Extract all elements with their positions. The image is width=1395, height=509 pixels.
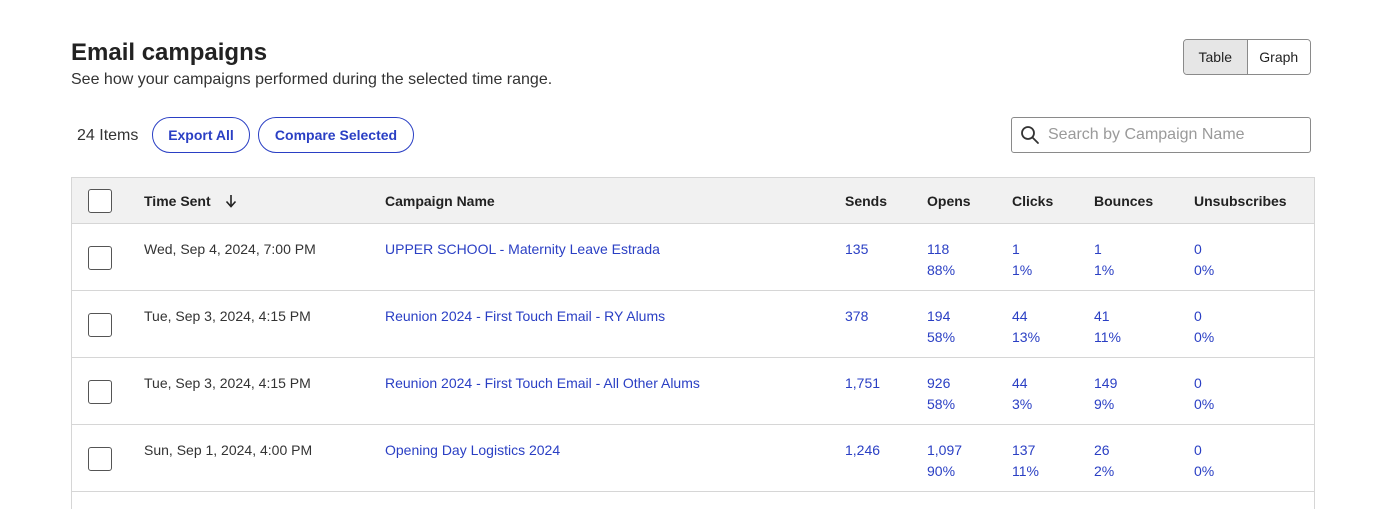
column-header-unsubscribes[interactable]: Unsubscribes — [1194, 193, 1287, 209]
table-row: Tue, Sep 3, 2024, 4:15 PM Reunion 2024 -… — [72, 291, 1314, 358]
unsubscribes-count-link[interactable]: 0 — [1194, 440, 1214, 461]
bounces-count-link[interactable]: 26 — [1094, 440, 1114, 461]
view-table-button[interactable]: Table — [1184, 40, 1247, 74]
clicks-cell: 1 1% — [1012, 239, 1032, 281]
column-header-clicks[interactable]: Clicks — [1012, 193, 1053, 209]
arrow-down-icon — [225, 194, 237, 211]
campaign-name-link[interactable]: Reunion 2024 - First Touch Email - All O… — [385, 373, 700, 394]
time-sent: Tue, Sep 3, 2024, 4:15 PM — [144, 308, 311, 324]
opens-percent-link[interactable]: 58% — [927, 394, 955, 415]
select-all-checkbox[interactable] — [88, 189, 112, 213]
sends-link[interactable]: 378 — [845, 306, 868, 327]
opens-cell: 1,097 90% — [927, 440, 962, 482]
column-header-campaign-name[interactable]: Campaign Name — [385, 193, 495, 209]
unsubscribes-cell: 0 0% — [1194, 373, 1214, 415]
sends-link[interactable]: 1,751 — [845, 373, 880, 394]
clicks-count-link[interactable]: 44 — [1012, 373, 1032, 394]
table-row: Sun, Sep 1, 2024, 4:00 PM Opening Day Lo… — [72, 425, 1314, 492]
clicks-percent-link[interactable]: 3% — [1012, 394, 1032, 415]
column-header-opens[interactable]: Opens — [927, 193, 971, 209]
time-sent: Wed, Sep 4, 2024, 7:00 PM — [144, 241, 316, 257]
opens-percent-link[interactable]: 90% — [927, 461, 962, 482]
bounces-percent-link[interactable]: 11% — [1094, 327, 1121, 348]
table-header: Time Sent Campaign Name Sends Opens Clic… — [72, 178, 1314, 224]
items-count: 24 Items — [77, 127, 139, 144]
bounces-cell: 41 11% — [1094, 306, 1121, 348]
clicks-cell: 44 13% — [1012, 306, 1040, 348]
opens-percent-link[interactable]: 88% — [927, 260, 955, 281]
table-row: Tue, Sep 3, 2024, 4:15 PM Reunion 2024 -… — [72, 358, 1314, 425]
opens-cell: 118 88% — [927, 239, 955, 281]
column-header-sends[interactable]: Sends — [845, 193, 887, 209]
email-campaigns-page: Email campaigns See how your campaigns p… — [0, 0, 1395, 509]
campaign-name-link[interactable]: Reunion 2024 - First Touch Email - RY Al… — [385, 306, 665, 327]
campaign-name-link[interactable]: UPPER SCHOOL - Maternity Leave Estrada — [385, 239, 660, 260]
opens-count-link[interactable]: 118 — [927, 239, 955, 260]
unsubscribes-cell: 0 0% — [1194, 239, 1214, 281]
time-sent: Sun, Sep 1, 2024, 4:00 PM — [144, 442, 313, 458]
unsubscribes-percent-link[interactable]: 0% — [1194, 394, 1214, 415]
search-input[interactable] — [1048, 119, 1310, 151]
bounces-cell: 1 1% — [1094, 239, 1114, 281]
clicks-cell: 44 3% — [1012, 373, 1032, 415]
opens-percent-link[interactable]: 58% — [927, 327, 955, 348]
opens-cell: 926 58% — [927, 373, 955, 415]
view-graph-button[interactable]: Graph — [1246, 40, 1310, 74]
clicks-cell: 137 11% — [1012, 440, 1039, 482]
bounces-count-link[interactable]: 41 — [1094, 306, 1121, 327]
view-toggle: Table Graph — [1183, 39, 1311, 75]
clicks-percent-link[interactable]: 13% — [1012, 327, 1040, 348]
row-checkbox[interactable] — [88, 313, 112, 337]
bounces-cell: 149 9% — [1094, 373, 1117, 415]
opens-count-link[interactable]: 1,097 — [927, 440, 962, 461]
column-header-time-sent[interactable]: Time Sent — [144, 193, 237, 211]
unsubscribes-count-link[interactable]: 0 — [1194, 373, 1214, 394]
column-header-bounces[interactable]: Bounces — [1094, 193, 1153, 209]
clicks-percent-link[interactable]: 11% — [1012, 461, 1039, 482]
bounces-percent-link[interactable]: 9% — [1094, 394, 1117, 415]
unsubscribes-percent-link[interactable]: 0% — [1194, 327, 1214, 348]
time-sent: Tue, Sep 3, 2024, 4:15 PM — [144, 375, 311, 391]
export-all-button[interactable]: Export All — [152, 117, 250, 153]
bounces-count-link[interactable]: 149 — [1094, 373, 1117, 394]
campaign-name-link[interactable]: Opening Day Logistics 2024 — [385, 440, 560, 461]
search-icon — [1012, 118, 1048, 152]
unsubscribes-percent-link[interactable]: 0% — [1194, 461, 1214, 482]
search-box — [1011, 117, 1311, 153]
page-subtitle: See how your campaigns performed during … — [71, 71, 553, 88]
bounces-count-link[interactable]: 1 — [1094, 239, 1114, 260]
sends-link[interactable]: 135 — [845, 239, 868, 260]
unsubscribes-count-link[interactable]: 0 — [1194, 306, 1214, 327]
sends-link[interactable]: 1,246 — [845, 440, 880, 461]
unsubscribes-cell: 0 0% — [1194, 306, 1214, 348]
unsubscribes-count-link[interactable]: 0 — [1194, 239, 1214, 260]
page-title: Email campaigns — [71, 39, 268, 66]
clicks-count-link[interactable]: 44 — [1012, 306, 1040, 327]
bounces-percent-link[interactable]: 2% — [1094, 461, 1114, 482]
opens-cell: 194 58% — [927, 306, 955, 348]
compare-selected-button[interactable]: Compare Selected — [258, 117, 414, 153]
row-checkbox[interactable] — [88, 246, 112, 270]
row-checkbox[interactable] — [88, 447, 112, 471]
clicks-percent-link[interactable]: 1% — [1012, 260, 1032, 281]
bounces-percent-link[interactable]: 1% — [1094, 260, 1114, 281]
table-row: Wed, Sep 4, 2024, 7:00 PM UPPER SCHOOL -… — [72, 224, 1314, 291]
bounces-cell: 26 2% — [1094, 440, 1114, 482]
clicks-count-link[interactable]: 137 — [1012, 440, 1039, 461]
opens-count-link[interactable]: 926 — [927, 373, 955, 394]
opens-count-link[interactable]: 194 — [927, 306, 955, 327]
clicks-count-link[interactable]: 1 — [1012, 239, 1032, 260]
row-checkbox[interactable] — [88, 380, 112, 404]
campaigns-table: Time Sent Campaign Name Sends Opens Clic… — [71, 177, 1315, 509]
unsubscribes-percent-link[interactable]: 0% — [1194, 260, 1214, 281]
unsubscribes-cell: 0 0% — [1194, 440, 1214, 482]
